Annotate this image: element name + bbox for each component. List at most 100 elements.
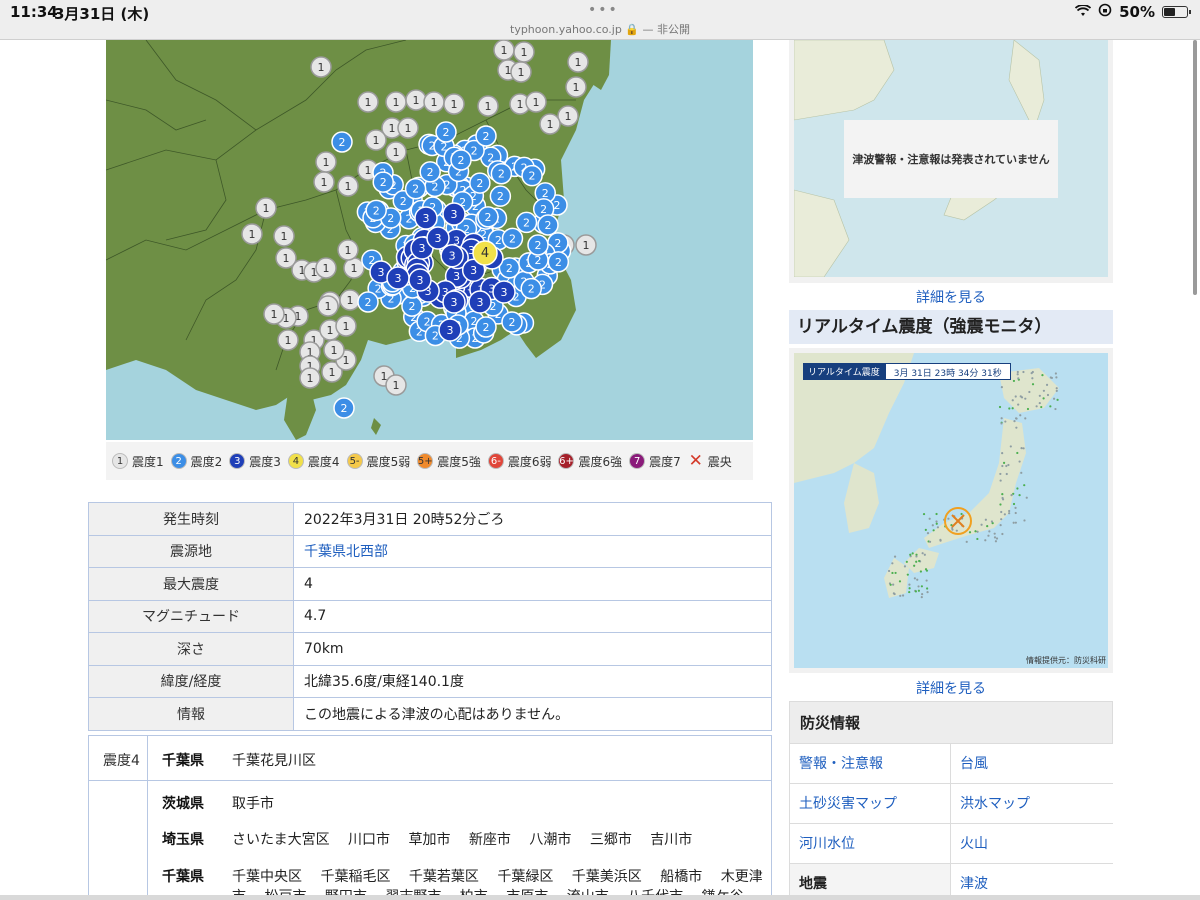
more-dots-icon[interactable]: ••• (588, 2, 619, 18)
bosai-link[interactable]: 火山 (951, 824, 1113, 864)
legend-marker: 5- (346, 453, 363, 469)
station-dot (1020, 471, 1023, 474)
station-dot (887, 569, 891, 573)
station-dot (1020, 447, 1023, 450)
station-dot (1031, 383, 1035, 386)
svg-text:2: 2 (506, 262, 513, 275)
station-dot (988, 530, 991, 533)
url-bar[interactable]: typhoon.yahoo.co.jp 🔒 — 非公開 (0, 21, 1200, 37)
station-dot (905, 560, 908, 563)
svg-text:3: 3 (435, 232, 442, 245)
realtime-map-svg (794, 353, 1059, 599)
station-dot (893, 555, 897, 558)
info-key: マグニチュード (88, 599, 294, 633)
bosai-link[interactable]: 台風 (951, 744, 1113, 784)
station-dot (1016, 451, 1019, 455)
svg-text:2: 2 (432, 329, 439, 342)
legend-marker: 6+ (558, 453, 575, 469)
svg-text:2: 2 (545, 219, 552, 232)
svg-text:3: 3 (378, 266, 385, 279)
scrollbar[interactable] (1193, 40, 1197, 295)
station-dot (894, 571, 897, 575)
intensity-marker: 2 (489, 185, 512, 207)
svg-text:3: 3 (453, 270, 460, 283)
bosai-link[interactable]: 警報・注意報 (790, 744, 951, 784)
svg-text:2: 2 (387, 212, 394, 225)
station-dot (1054, 372, 1057, 375)
station-dot (924, 528, 927, 531)
svg-text:1: 1 (331, 344, 338, 357)
legend-item: ✕ 震央 (688, 451, 732, 471)
intensity-marker: 1 (255, 197, 277, 219)
intensity-marker: 2 (435, 121, 457, 143)
realtime-more-link[interactable]: 詳細を見る (789, 678, 1113, 698)
info-row: 最大震度 4 (88, 567, 772, 601)
bosai-link[interactable]: 土砂災害マップ (790, 784, 951, 824)
station-dot (926, 587, 929, 590)
realtime-badge-label: リアルタイム震度 (803, 363, 885, 380)
svg-text:1: 1 (321, 176, 328, 189)
intensity-level-label: 震度4 (103, 753, 140, 769)
station-dot (1018, 460, 1021, 463)
intensity-marker: 3 (442, 290, 466, 314)
info-value: 4.7 (293, 599, 772, 633)
intensity-marker: 3 (468, 290, 492, 314)
station-dot (1016, 370, 1019, 374)
intensity-marker: 2 (501, 227, 524, 250)
station-dot (1045, 383, 1049, 387)
station-dot (1019, 414, 1022, 417)
battery-icon (1162, 6, 1191, 18)
realtime-map[interactable] (794, 353, 1108, 668)
intensity-marker: 2 (515, 211, 538, 234)
info-key: 震源地 (88, 534, 294, 568)
intensity-marker: 3 (408, 268, 432, 292)
svg-text:2: 2 (485, 211, 492, 224)
station-dot (923, 553, 926, 556)
station-dot (976, 530, 979, 533)
svg-text:2: 2 (483, 321, 490, 334)
bosai-link[interactable]: 洪水マップ (951, 784, 1113, 824)
tsunami-message: 津波警報・注意報は発表されていません (844, 120, 1058, 198)
info-row: 深さ 70km (88, 632, 772, 666)
station-dot (947, 517, 950, 520)
svg-text:2: 2 (400, 195, 407, 208)
svg-text:1: 1 (413, 94, 420, 107)
tsunami-more-link[interactable]: 詳細を見る (789, 287, 1113, 307)
station-dot (903, 565, 907, 568)
svg-text:1: 1 (365, 96, 372, 109)
station-dot (1002, 461, 1006, 464)
station-dot (993, 532, 996, 535)
station-dot (968, 531, 972, 534)
station-dot (931, 524, 934, 527)
legend-item: 2 震度2 (170, 453, 222, 470)
station-dot (908, 583, 911, 586)
intensity-marker: 2 (333, 397, 355, 419)
intensity-marker: 3 (414, 206, 438, 230)
station-dot (914, 590, 918, 593)
legend-marker: ✕ (688, 451, 703, 471)
city-list: さいたま大宮区 川口市 草加市 新座市 八潮市 三郷市 吉川市 (232, 832, 693, 848)
intensity-marker: 1 (443, 93, 465, 115)
svg-text:1: 1 (318, 61, 325, 74)
epicenter-link[interactable]: 千葉県北西部 (304, 544, 388, 560)
intensity-map[interactable]: 1111111111111111111111111111111111111111… (106, 40, 753, 440)
intensity-row-4: 震度4 千葉県 千葉花見川区 (89, 736, 771, 781)
info-row: 発生時刻 2022年3月31日 20時52分ごろ (88, 502, 772, 536)
station-dot (1014, 521, 1017, 524)
legend-marker: 5+ (417, 453, 434, 469)
legend-marker: 3 (229, 453, 246, 469)
bosai-panel: 防災情報 警報・注意報 台風 土砂災害マップ 洪水マップ 河川水位 火山 地震 津波 (789, 701, 1113, 900)
station-dot (920, 596, 923, 599)
svg-text:1: 1 (285, 334, 292, 347)
bosai-link[interactable]: 河川水位 (790, 824, 951, 864)
station-dot (1001, 498, 1005, 501)
station-dot (1050, 376, 1054, 380)
intensity-marker: 3 (438, 318, 462, 342)
station-dot (1004, 420, 1007, 423)
svg-text:2: 2 (495, 234, 502, 247)
realtime-timestamp: 3月 31日 23時 34分 31秒 (884, 363, 1011, 380)
station-dot (1012, 521, 1015, 524)
station-dot (919, 570, 922, 573)
svg-text:1: 1 (327, 324, 334, 337)
station-dot (1019, 395, 1022, 398)
